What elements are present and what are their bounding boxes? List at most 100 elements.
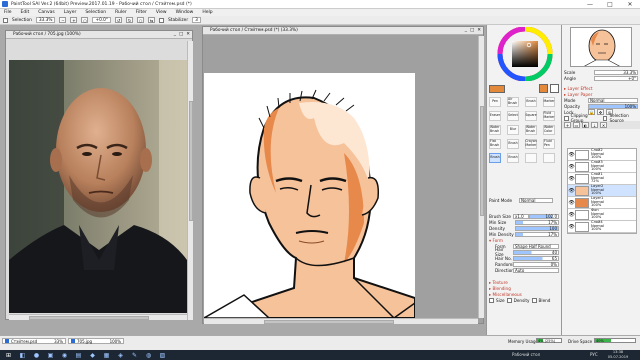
- angle-field[interactable]: +0°: [594, 75, 638, 81]
- taskbar-app-icon[interactable]: ▨: [157, 351, 168, 359]
- photo-minimize-icon[interactable]: _: [174, 32, 176, 37]
- maximize-icon[interactable]: □: [600, 0, 620, 9]
- taskbar-app-icon[interactable]: ●: [31, 351, 42, 359]
- taskbar-clock[interactable]: 13:38 05.07.2019: [603, 350, 633, 360]
- eye-icon[interactable]: 👁: [568, 212, 575, 218]
- scale-field[interactable]: 33.3%: [594, 69, 638, 75]
- lock-move-icon[interactable]: ✥: [597, 109, 604, 115]
- opt-blend-checkbox[interactable]: [531, 297, 537, 303]
- eye-icon[interactable]: 👁: [568, 224, 575, 230]
- selection-toggle[interactable]: [3, 17, 8, 23]
- opt-density-checkbox[interactable]: [506, 297, 512, 303]
- eye-icon[interactable]: 👁: [568, 200, 575, 206]
- taskbar-desktop-label[interactable]: Рабочий стол: [512, 352, 540, 357]
- tool-select[interactable]: Select: [507, 111, 519, 121]
- menu-file[interactable]: File: [4, 10, 12, 15]
- delete-layer-icon[interactable]: ✕: [600, 122, 607, 128]
- menu-layer[interactable]: Layer: [64, 10, 77, 15]
- sel-source-checkbox[interactable]: [602, 115, 608, 121]
- direction-select[interactable]: Auto: [513, 267, 559, 273]
- eye-icon[interactable]: 👁: [568, 176, 575, 182]
- close-icon[interactable]: ✕: [620, 0, 640, 9]
- menu-edit[interactable]: Edit: [21, 10, 30, 15]
- new-layer-icon[interactable]: +: [564, 122, 571, 128]
- doc-tab-statham[interactable]: Стэйтем.psd 33%: [2, 338, 66, 344]
- tool-crayon-marker[interactable]: Crayon Marker: [525, 139, 537, 149]
- menu-selection[interactable]: Selection: [85, 10, 106, 15]
- tool-brush-3[interactable]: Brush: [507, 153, 519, 163]
- tool-airbrush[interactable]: Air Brush: [507, 97, 519, 107]
- taskbar-app-icon[interactable]: ▣: [45, 351, 56, 359]
- tool-square[interactable]: Square: [525, 111, 537, 121]
- clipping-checkbox[interactable]: [564, 115, 569, 121]
- flip-icon[interactable]: ⇆: [148, 17, 156, 23]
- canvas-horizontal-scrollbar[interactable]: [204, 318, 478, 324]
- taskbar-app-icon[interactable]: ▤: [73, 351, 84, 359]
- photo-window-titlebar[interactable]: Рабочий стол / 705.jpg (100%) _ □ ✕: [6, 31, 192, 39]
- tool-water-color[interactable]: Water Color: [543, 125, 555, 135]
- tool-eraser[interactable]: Eraser: [489, 111, 501, 121]
- opacity-slider[interactable]: 100%: [588, 103, 638, 109]
- mask-icon[interactable]: ◐: [582, 122, 589, 128]
- taskbar-app-icon[interactable]: ◉: [59, 351, 70, 359]
- primary-color-swatch[interactable]: [489, 85, 505, 93]
- brush-size-slider[interactable]: 102.0: [529, 213, 559, 219]
- stabilizer-toggle[interactable]: [159, 17, 165, 23]
- navigator-preview[interactable]: [570, 27, 632, 67]
- menu-window[interactable]: Window: [176, 10, 194, 15]
- tool-blur[interactable]: Blur: [507, 125, 519, 135]
- form-select[interactable]: Shape Half Round: [513, 243, 559, 249]
- density-slider[interactable]: 100: [515, 225, 559, 231]
- eye-icon[interactable]: 👁: [568, 164, 575, 170]
- tool-empty-1[interactable]: [525, 153, 537, 163]
- rotate-left-icon[interactable]: ↺: [115, 17, 123, 23]
- photo-close-icon[interactable]: ✕: [186, 32, 190, 37]
- photo-vertical-scrollbar[interactable]: [187, 41, 193, 320]
- tool-pen[interactable]: Pen: [489, 97, 501, 107]
- menu-ruler[interactable]: Ruler: [115, 10, 127, 15]
- taskbar-app-icon[interactable]: ▦: [101, 351, 112, 359]
- rotate-right-icon[interactable]: ↻: [126, 17, 134, 23]
- doc-tab-705[interactable]: 705.jpg 100%: [68, 338, 124, 344]
- menu-filter[interactable]: Filter: [136, 10, 147, 15]
- mode-select[interactable]: Normal: [588, 97, 638, 103]
- tool-empty-2[interactable]: [543, 153, 555, 163]
- stabilizer-field[interactable]: 3: [192, 17, 201, 23]
- taskbar-app-icon[interactable]: ◧: [17, 351, 28, 359]
- min-density-slider[interactable]: 17%: [515, 231, 559, 237]
- randomize-slider[interactable]: 0%: [513, 261, 559, 267]
- menu-help[interactable]: Help: [202, 10, 212, 15]
- merge-icon[interactable]: ⇣: [591, 122, 598, 128]
- windows-start-icon[interactable]: ⊞: [3, 351, 14, 359]
- taskbar-app-icon[interactable]: ◈: [115, 351, 126, 359]
- rotation-field[interactable]: +0.0°: [92, 17, 112, 23]
- photo-horizontal-scrollbar[interactable]: [9, 314, 187, 320]
- canvas-window-titlebar[interactable]: Рабочий стол / Стэйтем.psd (*) (33.3%) _…: [203, 27, 483, 35]
- eye-icon[interactable]: 👁: [568, 188, 575, 194]
- layer-item[interactable]: 👁 Layer1 Normal 100%: [568, 196, 636, 209]
- tool-brush[interactable]: Brush: [525, 97, 537, 107]
- layer-item[interactable]: 👁 Слой4 Normal 100%: [568, 220, 636, 233]
- drawing-canvas[interactable]: [204, 73, 415, 318]
- brush-size-mult[interactable]: x1.0: [513, 213, 529, 219]
- canvas-close-icon[interactable]: ✕: [477, 28, 481, 33]
- tool-flat-brush[interactable]: Flat Brush: [489, 139, 501, 149]
- taskbar-app-icon[interactable]: ◆: [87, 351, 98, 359]
- zoom-reset-icon[interactable]: ○: [81, 17, 89, 23]
- menu-canvas[interactable]: Canvas: [38, 10, 55, 15]
- eye-icon[interactable]: 👁: [568, 152, 575, 158]
- photo-maximize-icon[interactable]: □: [179, 32, 183, 37]
- canvas-minimize-icon[interactable]: _: [465, 28, 467, 33]
- canvas-vertical-scrollbar[interactable]: [478, 36, 484, 318]
- min-size-slider[interactable]: 17%: [515, 219, 559, 225]
- tool-water-brush[interactable]: Water Brush: [489, 125, 501, 135]
- canvas-maximize-icon[interactable]: □: [470, 28, 474, 33]
- opt-size-checkbox[interactable]: [489, 297, 494, 303]
- zoom-field[interactable]: 33.3%: [35, 17, 56, 23]
- tool-brush-2[interactable]: Brush: [507, 139, 519, 149]
- zoom-out-icon[interactable]: −: [59, 17, 67, 23]
- tool-brush-selected[interactable]: Brush: [489, 153, 501, 163]
- rotate-reset-icon[interactable]: ○: [137, 17, 145, 23]
- new-folder-icon[interactable]: ▭: [573, 122, 580, 128]
- paint-mode-select[interactable]: Normal: [519, 197, 553, 203]
